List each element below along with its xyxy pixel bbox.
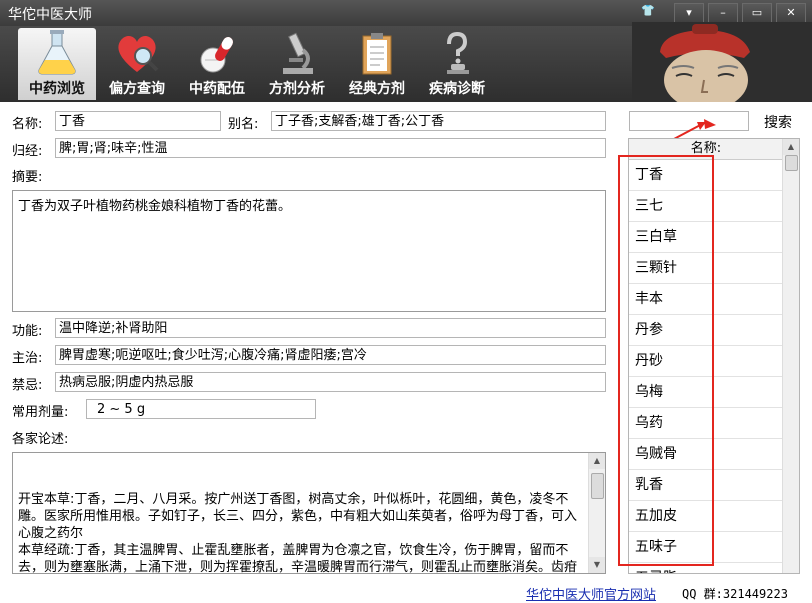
close-button[interactable]: ✕ bbox=[776, 3, 806, 23]
indication-field[interactable]: 脾胃虚寒;呃逆呕吐;食少吐泻;心腹冷痛;肾虚阳痿;宫冷 bbox=[55, 345, 606, 365]
function-field[interactable]: 温中降逆;补肾助阳 bbox=[55, 318, 606, 338]
commentary-textarea[interactable]: 开宝本草:丁香，二月、八月采。按广州送丁香图，树高丈余，叶似栎叶，花圆细，黄色，… bbox=[12, 452, 606, 574]
clipboard-icon bbox=[362, 33, 392, 75]
scroll-up-arrow-icon[interactable]: ▲ bbox=[589, 453, 605, 469]
scroll-down-arrow-icon[interactable]: ▼ bbox=[589, 557, 605, 573]
herb-list-item[interactable]: 丁香 bbox=[629, 160, 783, 191]
herb-list-item[interactable]: 乌药 bbox=[629, 408, 783, 439]
herb-list-item[interactable]: 五味子 bbox=[629, 532, 783, 563]
tab-label: 偏方查询 bbox=[109, 81, 165, 97]
taboo-field[interactable]: 热病忌服;阴虚内热忌服 bbox=[55, 372, 606, 392]
search-button[interactable]: 搜索 bbox=[764, 112, 792, 132]
qq-group-text: QQ 群:321449223 bbox=[682, 587, 788, 601]
tab-prescription-analysis[interactable]: 方剂分析 bbox=[258, 28, 336, 100]
tab-label: 中药浏览 bbox=[29, 81, 85, 97]
tab-label: 经典方剂 bbox=[349, 81, 405, 97]
meridian-field[interactable]: 脾;胃;肾;味辛;性温 bbox=[55, 138, 606, 158]
skin-icon[interactable]: 👕 bbox=[641, 5, 655, 17]
herb-list-item[interactable]: 丰本 bbox=[629, 284, 783, 315]
commentary-label: 各家论述: bbox=[12, 432, 69, 447]
scroll-up-arrow-icon[interactable]: ▲ bbox=[783, 139, 799, 155]
minimize-button[interactable]: – bbox=[708, 3, 738, 23]
function-label: 功能: bbox=[12, 324, 43, 339]
meridian-label: 归经: bbox=[12, 144, 43, 159]
herb-list-item[interactable]: 三颗针 bbox=[629, 253, 783, 284]
herb-list-item[interactable]: 乌梅 bbox=[629, 377, 783, 408]
tab-folk-remedy[interactable]: 偏方查询 bbox=[98, 28, 176, 100]
scroll-thumb[interactable] bbox=[591, 473, 604, 499]
herb-list-item[interactable]: 五加皮 bbox=[629, 501, 783, 532]
window-controls: ▾ – ▭ ✕ bbox=[674, 3, 806, 23]
official-site-link[interactable]: 华佗中医大师官方网站 bbox=[526, 584, 656, 603]
herb-list-item[interactable]: 五灵脂 bbox=[629, 563, 783, 573]
microscope-icon bbox=[283, 32, 313, 74]
maximize-button[interactable]: ▭ bbox=[742, 3, 772, 23]
tab-label: 中药配伍 bbox=[189, 81, 245, 97]
huatuo-portrait bbox=[632, 22, 812, 102]
dosage-field[interactable]: 2 ~ 5 g bbox=[86, 399, 316, 419]
question-figure-icon bbox=[447, 31, 469, 74]
search-input[interactable] bbox=[629, 111, 749, 131]
herb-list-item[interactable]: 三七 bbox=[629, 191, 783, 222]
commentary-text: 开宝本草:丁香，二月、八月采。按广州送丁香图，树高丈余，叶似栎叶，花圆细，黄色，… bbox=[18, 492, 578, 574]
alias-label: 别名: bbox=[228, 117, 259, 132]
herb-list-scrollbar[interactable]: ▲ bbox=[782, 139, 799, 573]
herb-list-header: 名称: bbox=[629, 139, 783, 160]
alias-field[interactable]: 丁子香;支解香;雄丁香;公丁香 bbox=[271, 111, 606, 131]
summary-label: 摘要: bbox=[12, 170, 43, 185]
name-field[interactable]: 丁香 bbox=[55, 111, 221, 131]
tab-disease-diagnosis[interactable]: 疾病诊断 bbox=[418, 28, 496, 100]
herb-list[interactable]: 名称: 丁香三七三白草三颗针丰本丹参丹砂乌梅乌药乌贼骨乳香五加皮五味子五灵脂 ▲ bbox=[628, 138, 800, 574]
pills-icon bbox=[200, 37, 233, 73]
taboo-label: 禁忌: bbox=[12, 378, 43, 393]
tab-herb-compatibility[interactable]: 中药配伍 bbox=[178, 28, 256, 100]
scroll-thumb[interactable] bbox=[785, 155, 798, 171]
menu-dropdown-button[interactable]: ▾ bbox=[674, 3, 704, 23]
herb-list-item[interactable]: 乳香 bbox=[629, 470, 783, 501]
flask-icon bbox=[38, 30, 76, 75]
name-label: 名称: bbox=[12, 117, 43, 132]
window-title: 华佗中医大师 bbox=[8, 7, 92, 23]
indication-label: 主治: bbox=[12, 351, 43, 366]
heart-magnifier-icon bbox=[118, 35, 159, 72]
commentary-scrollbar[interactable]: ▲ ▼ bbox=[588, 453, 605, 573]
herb-list-item[interactable]: 丹参 bbox=[629, 315, 783, 346]
herb-list-item[interactable]: 乌贼骨 bbox=[629, 439, 783, 470]
tab-label: 疾病诊断 bbox=[429, 81, 485, 97]
dosage-label: 常用剂量: bbox=[12, 405, 69, 420]
tab-herb-browse[interactable]: 中药浏览 bbox=[18, 28, 96, 100]
herb-list-item[interactable]: 丹砂 bbox=[629, 346, 783, 377]
tab-classic-prescriptions[interactable]: 经典方剂 bbox=[338, 28, 416, 100]
summary-textarea[interactable]: 丁香为双子叶植物药桃金娘科植物丁香的花蕾。 bbox=[12, 190, 606, 312]
herb-list-item[interactable]: 三白草 bbox=[629, 222, 783, 253]
tab-label: 方剂分析 bbox=[269, 81, 325, 97]
